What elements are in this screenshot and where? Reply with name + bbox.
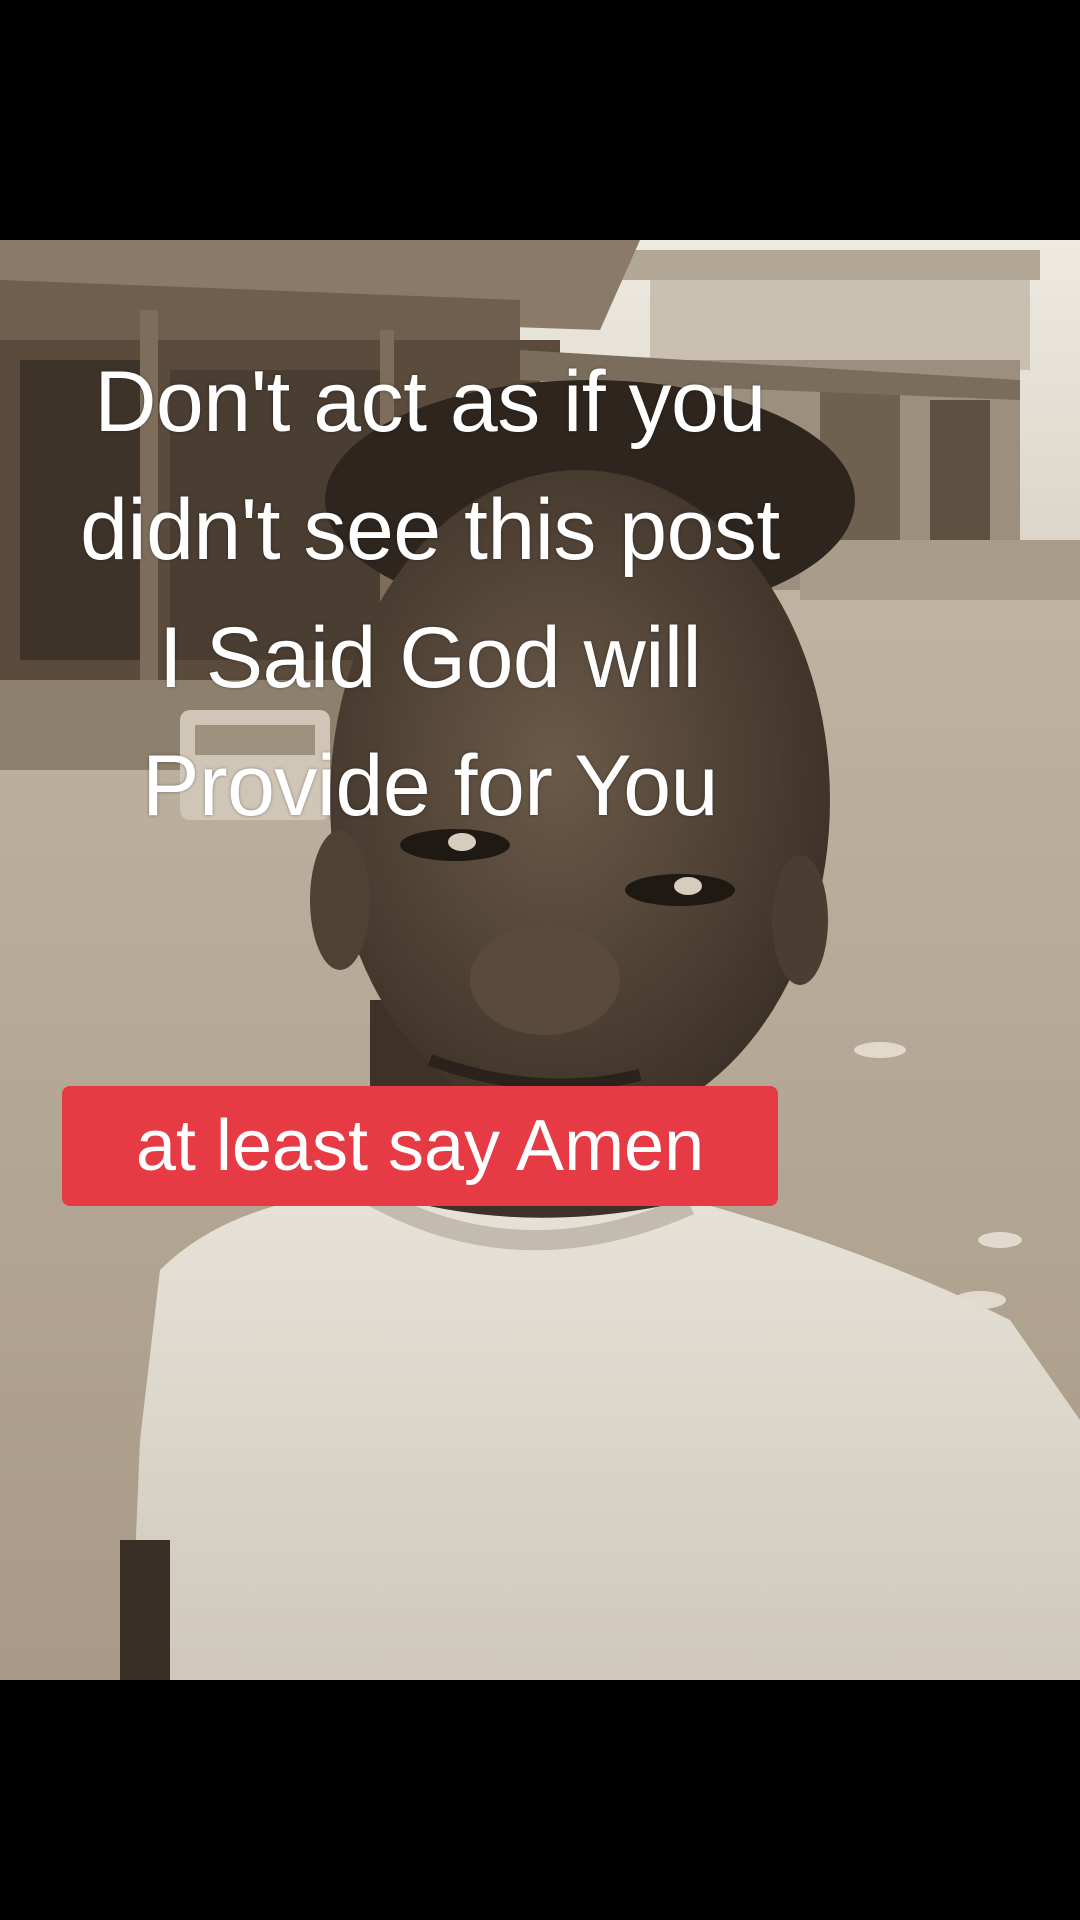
amen-badge-text: at least say Amen [135,1106,705,1186]
caption-line-3: I Said God will [158,610,702,706]
caption-line-1: Don't act as if you [94,354,766,450]
overlay-caption: Don't act as if you didn't see this post… [0,338,860,850]
caption-line-4: Provide for You [142,738,718,834]
amen-badge: at least say Amen [62,1086,778,1206]
video-frame: Don't act as if you didn't see this post… [0,0,1080,1920]
caption-line-2: didn't see this post [80,482,780,578]
